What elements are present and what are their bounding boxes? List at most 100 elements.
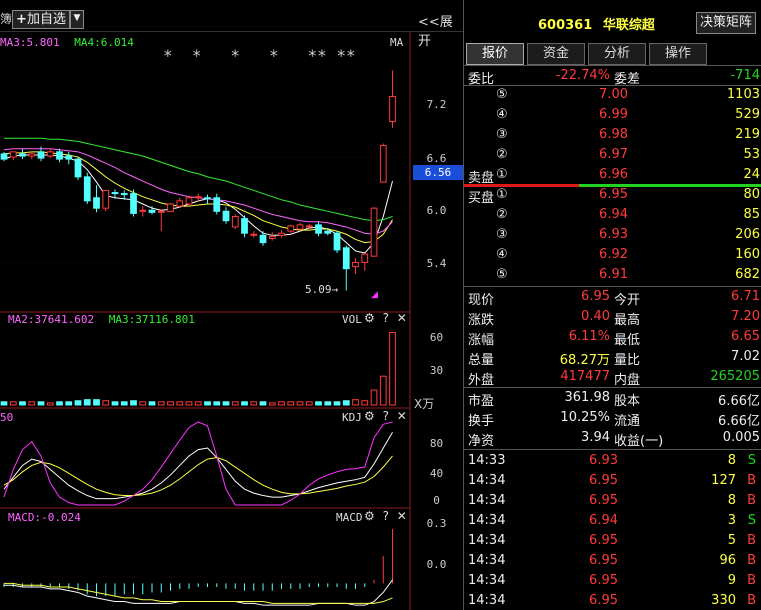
stat-label: 最低 xyxy=(614,333,641,348)
stat-label: 总量 xyxy=(468,353,495,368)
vol-legend: MA2:37641.602 MA3:37116.801 xyxy=(8,313,195,326)
tab-quote[interactable]: 报价 xyxy=(466,43,524,65)
volume-bar xyxy=(204,401,211,406)
volume-bar xyxy=(268,402,276,406)
ma-line xyxy=(4,137,393,222)
kdj-y-tick: 0 xyxy=(433,494,440,507)
volume-bar xyxy=(56,401,63,406)
candle-body xyxy=(139,209,147,212)
tick-row[interactable]: 14:34 6.95 127 B xyxy=(464,471,761,491)
kdj-left-value: 50 xyxy=(0,411,14,424)
tick-side: B xyxy=(747,533,756,548)
candle-body xyxy=(93,197,100,209)
ma-legend: MA3:5.801 MA4:6.014 xyxy=(0,36,134,49)
candle-body xyxy=(315,224,322,234)
y-tick: 6.6 xyxy=(426,152,447,165)
candle-body xyxy=(120,193,128,196)
volume-bar xyxy=(28,401,36,406)
volume-bar xyxy=(46,402,54,406)
help-icon[interactable]: ? xyxy=(383,409,389,423)
book-level: ③ xyxy=(496,127,508,142)
tick-volume: 96 xyxy=(719,553,736,568)
candle-body xyxy=(250,233,258,236)
chart-panel[interactable]: 簿 +加自选 ▼ <<展开 MA3:5.801 MA4:6.014 MA * *… xyxy=(0,0,463,610)
tab-operation[interactable]: 操作 xyxy=(649,43,707,65)
stat-value: 7.02 xyxy=(731,349,760,364)
stat-label: 市盈 xyxy=(468,394,495,409)
book-level: ③ xyxy=(496,227,508,242)
decision-matrix-button[interactable]: 决策矩阵 xyxy=(696,12,756,34)
candle-body xyxy=(46,151,54,157)
stat-label: 涨幅 xyxy=(468,333,495,348)
close-icon[interactable]: ✕ xyxy=(397,409,407,423)
tick-row[interactable]: 14:34 6.95 96 B xyxy=(464,551,761,571)
arrow-right-icon: → xyxy=(331,283,339,296)
volume-bar xyxy=(176,401,184,406)
stats-row: 外盘 417477 内盘 265205 xyxy=(464,367,761,388)
volume-bar xyxy=(0,401,8,406)
book-volume: 529 xyxy=(735,107,760,122)
candle-body xyxy=(333,232,341,251)
tick-row[interactable]: 14:34 6.94 3 S xyxy=(464,511,761,531)
volume-bar xyxy=(342,400,350,406)
stats-row: 现价 6.95 今开 6.71 xyxy=(464,287,761,308)
tick-volume: 127 xyxy=(711,473,736,488)
buy-order-row: 买盘 ① 6.95 80 xyxy=(464,185,761,206)
close-icon[interactable]: ✕ xyxy=(397,311,407,325)
vol-unit: X万 xyxy=(414,397,435,411)
volume-bar xyxy=(287,401,295,406)
stat-label: 涨跌 xyxy=(468,313,495,328)
stat-label: 内盘 xyxy=(614,373,641,388)
stat-value: 6.95 xyxy=(581,289,610,304)
book-price: 7.00 xyxy=(599,87,628,102)
volume-bar xyxy=(19,401,26,406)
tick-time: 14:34 xyxy=(468,513,506,528)
candle-body xyxy=(111,192,119,195)
tick-time: 14:34 xyxy=(468,553,506,568)
stats-row: 总量 68.27万 量比 7.02 xyxy=(464,347,761,368)
macd-chart xyxy=(3,528,394,606)
stat-value: 6.66亿 xyxy=(718,394,760,409)
close-icon[interactable]: ✕ xyxy=(397,509,407,523)
stat-value: 6.66亿 xyxy=(718,414,760,429)
sell-order-row: 卖盘 ① 6.96 24 xyxy=(464,165,761,186)
volume-bar xyxy=(74,400,82,406)
book-volume: 206 xyxy=(735,227,760,242)
gear-icon[interactable]: ⚙ xyxy=(364,311,375,325)
gear-icon[interactable]: ⚙ xyxy=(364,509,375,523)
tick-row[interactable]: 14:34 6.95 330 B xyxy=(464,591,761,610)
stat-value: 417477 xyxy=(560,369,610,384)
candle-body xyxy=(185,197,193,205)
tab-analysis[interactable]: 分析 xyxy=(588,43,646,65)
book-price: 6.91 xyxy=(599,267,628,282)
help-icon[interactable]: ? xyxy=(383,311,389,325)
ma3-label: MA3:5.801 xyxy=(0,36,60,49)
candle-body xyxy=(361,253,369,263)
tick-side: S xyxy=(747,453,756,468)
triangle-marker-icon: ◢ xyxy=(371,290,378,300)
volume-bar xyxy=(65,401,73,406)
tick-row[interactable]: 14:34 6.95 5 B xyxy=(464,531,761,551)
stat-value: 3.94 xyxy=(581,430,610,445)
tick-row[interactable]: 14:34 6.95 9 B xyxy=(464,571,761,591)
gear-icon[interactable]: ⚙ xyxy=(364,409,375,423)
ratio-value: -22.74% xyxy=(555,68,610,83)
tab-funds[interactable]: 资金 xyxy=(527,43,585,65)
candle-body xyxy=(167,203,174,212)
macd-label: MACD:-0.024 xyxy=(8,511,81,524)
stock-code: 600361 xyxy=(538,18,593,33)
book-price: 6.95 xyxy=(599,187,628,202)
help-icon[interactable]: ? xyxy=(383,509,389,523)
candle-body xyxy=(130,193,137,214)
tick-time: 14:33 xyxy=(468,453,506,468)
candle-body xyxy=(278,232,285,236)
fundamentals-row: 净资 3.94 收益(一) 0.005 xyxy=(464,428,761,449)
book-price: 6.96 xyxy=(599,167,628,182)
tick-volume: 9 xyxy=(727,573,736,588)
book-price: 6.94 xyxy=(599,207,628,222)
candle-body xyxy=(194,196,202,199)
tick-row[interactable]: 14:33 6.93 8 S xyxy=(464,451,761,471)
volume-bar xyxy=(361,400,369,406)
tick-row[interactable]: 14:34 6.95 8 B xyxy=(464,491,761,511)
tick-side: B xyxy=(747,473,756,488)
